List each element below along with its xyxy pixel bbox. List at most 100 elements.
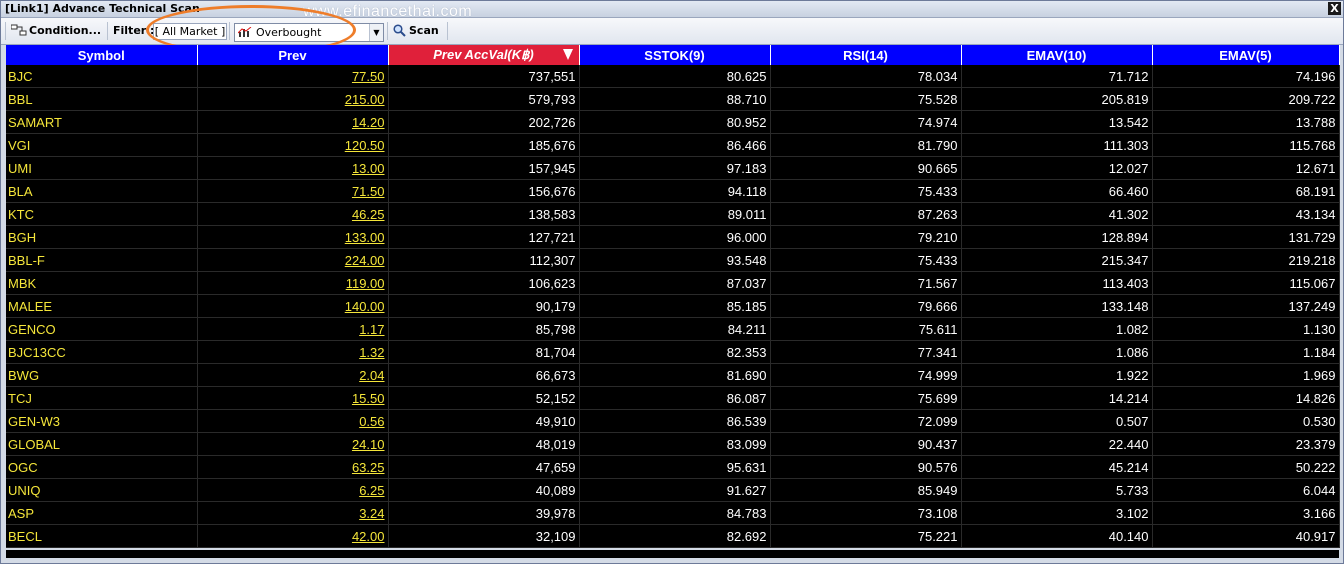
table-row[interactable]: GLOBAL 24.10 48,019 83.099 90.437 22.440 23.37… xyxy=(6,432,1340,456)
scan-results-table: Symbol Prev Prev AccVal(K฿) SSTOK(9) RSI… xyxy=(6,45,1340,548)
prev-price-link[interactable]: 224.00 xyxy=(197,248,389,272)
prev-price-link[interactable]: 15.50 xyxy=(197,386,389,410)
sstok-cell: 86.466 xyxy=(579,133,771,157)
prev-price-link[interactable]: 3.24 xyxy=(197,501,389,525)
prev-price-link[interactable]: 1.32 xyxy=(197,340,389,364)
emav10-cell: 40.140 xyxy=(961,524,1153,548)
sstok-cell: 80.625 xyxy=(579,65,771,88)
toolbar-separator xyxy=(107,22,108,40)
table-row[interactable]: BLA 71.50 156,676 94.118 75.433 66.460 68.191 xyxy=(6,179,1340,203)
sstok-cell: 89.011 xyxy=(579,202,771,226)
market-filter-button[interactable]: [ All Market ] xyxy=(153,23,227,40)
table-row[interactable]: BJC13CC 1.32 81,704 82.353 77.341 1.086 1.184 xyxy=(6,340,1340,364)
prev-price-link[interactable]: 0.56 xyxy=(197,409,389,433)
rsi-cell: 73.108 xyxy=(770,501,962,525)
table-row[interactable]: ASP 3.24 39,978 84.783 73.108 3.102 3.166 xyxy=(6,501,1340,525)
sstok-cell: 86.087 xyxy=(579,386,771,410)
prev-price-link[interactable]: 120.50 xyxy=(197,133,389,157)
table-row[interactable]: SAMART 14.20 202,726 80.952 74.974 13.542 13.7… xyxy=(6,110,1340,134)
prev-price-link[interactable]: 1.17 xyxy=(197,317,389,341)
emav10-cell: 22.440 xyxy=(961,432,1153,456)
prev-accval-cell: 39,978 xyxy=(388,501,580,525)
prev-price-link[interactable]: 6.25 xyxy=(197,478,389,502)
column-header-symbol[interactable]: Symbol xyxy=(6,45,198,65)
close-button[interactable]: X xyxy=(1328,2,1341,15)
table-row[interactable]: BGH 133.00 127,721 96.000 79.210 128.894 131.7… xyxy=(6,225,1340,249)
column-header-rsi[interactable]: RSI(14) xyxy=(770,45,962,65)
prev-price-link[interactable]: 133.00 xyxy=(197,225,389,249)
prev-price-link[interactable]: 119.00 xyxy=(197,271,389,295)
emav10-cell: 66.460 xyxy=(961,179,1153,203)
table-row[interactable]: UNIQ 6.25 40,089 91.627 85.949 5.733 6.044 xyxy=(6,478,1340,502)
table-body: BJC 77.50 737,551 80.625 78.034 71.712 74.196 B… xyxy=(6,65,1340,548)
emav5-cell: 3.166 xyxy=(1152,501,1340,525)
emav10-cell: 5.733 xyxy=(961,478,1153,502)
table-row[interactable]: UMI 13.00 157,945 97.183 90.665 12.027 12.671 xyxy=(6,156,1340,180)
prev-accval-cell: 185,676 xyxy=(388,133,580,157)
prev-accval-cell: 49,910 xyxy=(388,409,580,433)
rsi-cell: 75.221 xyxy=(770,524,962,548)
prev-price-link[interactable]: 71.50 xyxy=(197,179,389,203)
prev-price-link[interactable]: 2.04 xyxy=(197,363,389,387)
sstok-cell: 95.631 xyxy=(579,455,771,479)
table-row[interactable]: BWG 2.04 66,673 81.690 74.999 1.922 1.969 xyxy=(6,363,1340,387)
prev-accval-cell: 138,583 xyxy=(388,202,580,226)
emav5-cell: 23.379 xyxy=(1152,432,1340,456)
table-row[interactable]: GEN-W3 0.56 49,910 86.539 72.099 0.507 0.530 xyxy=(6,409,1340,433)
table-row[interactable]: BJC 77.50 737,551 80.625 78.034 71.712 74.196 xyxy=(6,65,1340,88)
emav10-cell: 133.148 xyxy=(961,294,1153,318)
prev-price-link[interactable]: 42.00 xyxy=(197,524,389,548)
column-header-sstok[interactable]: SSTOK(9) xyxy=(579,45,771,65)
table-row[interactable]: MALEE 140.00 90,179 85.185 79.666 133.148 137.… xyxy=(6,294,1340,318)
magnifier-icon xyxy=(393,24,406,37)
table-row[interactable]: GENCO 1.17 85,798 84.211 75.611 1.082 1.130 xyxy=(6,317,1340,341)
table-row[interactable]: TCJ 15.50 52,152 86.087 75.699 14.214 14.826 xyxy=(6,386,1340,410)
table-row[interactable]: BBL-F 224.00 112,307 93.548 75.433 215.347 219… xyxy=(6,248,1340,272)
prev-price-link[interactable]: 215.00 xyxy=(197,87,389,111)
prev-price-link[interactable]: 24.10 xyxy=(197,432,389,456)
emav5-cell: 1.969 xyxy=(1152,363,1340,387)
symbol-cell: TCJ xyxy=(6,386,198,410)
toolbar-grip xyxy=(5,22,6,40)
prev-price-link[interactable]: 14.20 xyxy=(197,110,389,134)
prev-accval-cell: 157,945 xyxy=(388,156,580,180)
column-header-prev[interactable]: Prev xyxy=(197,45,389,65)
table-empty-area xyxy=(6,550,1339,558)
emav5-cell: 1.184 xyxy=(1152,340,1340,364)
rsi-cell: 71.567 xyxy=(770,271,962,295)
symbol-cell: UNIQ xyxy=(6,478,198,502)
table-row[interactable]: KTC 46.25 138,583 89.011 87.263 41.302 43.134 xyxy=(6,202,1340,226)
table-row[interactable]: OGC 63.25 47,659 95.631 90.576 45.214 50.222 xyxy=(6,455,1340,479)
emav5-cell: 14.826 xyxy=(1152,386,1340,410)
column-header-prev-accval[interactable]: Prev AccVal(K฿) xyxy=(388,45,580,65)
symbol-cell: BJC xyxy=(6,65,198,88)
sstok-cell: 80.952 xyxy=(579,110,771,134)
prev-price-link[interactable]: 63.25 xyxy=(197,455,389,479)
column-header-emav10[interactable]: EMAV(10) xyxy=(961,45,1153,65)
symbol-cell: ASP xyxy=(6,501,198,525)
prev-price-link[interactable]: 13.00 xyxy=(197,156,389,180)
emav10-cell: 45.214 xyxy=(961,455,1153,479)
symbol-cell: MBK xyxy=(6,271,198,295)
emav5-cell: 40.917 xyxy=(1152,524,1340,548)
table-row[interactable]: BECL 42.00 32,109 82.692 75.221 40.140 40.917 xyxy=(6,524,1340,548)
filter-label: Filter : xyxy=(113,24,155,37)
chevron-down-icon[interactable]: ▼ xyxy=(369,24,383,41)
rsi-cell: 74.974 xyxy=(770,110,962,134)
prev-accval-cell: 32,109 xyxy=(388,524,580,548)
scan-type-dropdown[interactable]: Overbought ▼ xyxy=(234,23,384,42)
sstok-cell: 84.783 xyxy=(579,501,771,525)
scan-type-value: Overbought xyxy=(256,26,322,39)
table-row[interactable]: MBK 119.00 106,623 87.037 71.567 113.403 115.0… xyxy=(6,271,1340,295)
condition-button[interactable]: Condition... xyxy=(11,22,101,40)
rsi-cell: 85.949 xyxy=(770,478,962,502)
prev-accval-cell: 202,726 xyxy=(388,110,580,134)
column-header-emav5[interactable]: EMAV(5) xyxy=(1152,45,1340,65)
emav5-cell: 12.671 xyxy=(1152,156,1340,180)
table-row[interactable]: VGI 120.50 185,676 86.466 81.790 111.303 115.7… xyxy=(6,133,1340,157)
prev-price-link[interactable]: 140.00 xyxy=(197,294,389,318)
prev-price-link[interactable]: 77.50 xyxy=(197,65,389,88)
table-row[interactable]: BBL 215.00 579,793 88.710 75.528 205.819 209.7… xyxy=(6,87,1340,111)
prev-price-link[interactable]: 46.25 xyxy=(197,202,389,226)
scan-button[interactable]: Scan xyxy=(393,22,439,40)
